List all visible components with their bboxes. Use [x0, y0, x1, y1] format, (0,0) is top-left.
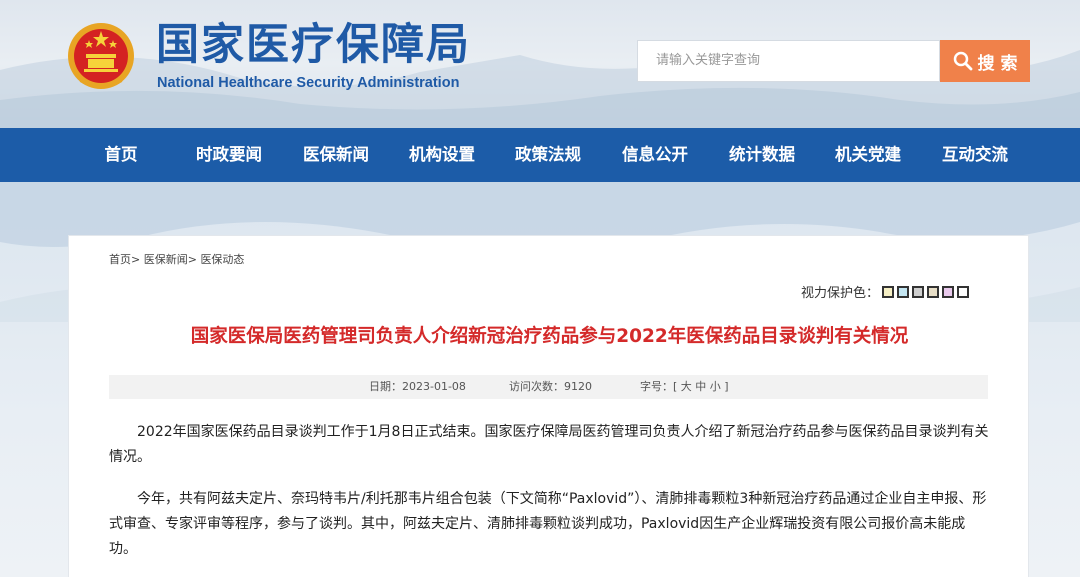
site-subtitle[interactable]: National Healthcare Security Administrat… — [157, 75, 459, 91]
national-emblem-icon — [68, 23, 134, 89]
color-swatch-purple[interactable] — [942, 285, 955, 298]
color-swatch-yellow[interactable] — [882, 285, 895, 298]
search-icon — [953, 51, 972, 71]
article-paragraph: 2022年国家医保药品目录谈判工作于1月8日正式结束。国家医疗保障局医药管理司负… — [109, 424, 989, 465]
nav-item-disclosure[interactable]: 信息公开 — [622, 128, 688, 182]
search-button[interactable]: 搜 索 — [940, 40, 1030, 82]
font-bracket-open: [ — [673, 380, 678, 393]
font-size-meta: 字号：[ 大 中 小 ] — [640, 375, 729, 399]
breadcrumb-current[interactable]: 医保动态 — [200, 253, 244, 266]
search-button-label: 搜 索 — [977, 53, 1018, 74]
breadcrumb: 首页> 医保新闻> 医保动态 — [109, 251, 244, 267]
font-size-small[interactable]: 小 — [710, 380, 721, 393]
color-swatch-gray[interactable] — [912, 285, 925, 298]
nav-item-politics[interactable]: 时政要闻 — [196, 128, 262, 182]
nav-item-organization[interactable]: 机构设置 — [409, 128, 475, 182]
article-panel: 首页> 医保新闻> 医保动态 视力保护色： 国家医保局医药管理司负责人介绍新冠治… — [68, 235, 1029, 577]
breadcrumb-news[interactable]: 医保新闻 — [144, 253, 188, 266]
vision-protection: 视力保护色： — [801, 282, 970, 301]
article-title: 国家医保局医药管理司负责人介绍新冠治疗药品参与2022年医保药品目录谈判有关情况 — [190, 326, 909, 347]
article-paragraph: 今年，共有阿兹夫定片、奈玛特韦片/利托那韦片组合包装（下文简称“Paxlovid… — [109, 491, 987, 557]
font-size-medium[interactable]: 中 — [695, 380, 706, 393]
color-swatch-blue[interactable] — [897, 285, 910, 298]
nav-item-news[interactable]: 医保新闻 — [303, 128, 369, 182]
nav-item-policy[interactable]: 政策法规 — [515, 128, 581, 182]
nav-item-interaction[interactable]: 互动交流 — [942, 128, 1008, 182]
vision-label: 视力保护色： — [801, 286, 880, 301]
date-label: 日期： — [369, 380, 402, 393]
visits-value: 9120 — [564, 380, 592, 393]
search-input[interactable]: 请输入关键字查询 — [637, 40, 940, 82]
nav-item-home[interactable]: 首页 — [105, 128, 138, 182]
site-title[interactable]: 国家医疗保障局 — [156, 20, 471, 70]
breadcrumb-separator: > — [187, 253, 197, 266]
breadcrumb-home[interactable]: 首页 — [109, 253, 131, 266]
visits-meta: 访问次数：9120 — [509, 375, 592, 399]
main-nav: 首页 时政要闻 医保新闻 机构设置 政策法规 信息公开 统计数据 机关党建 互动… — [0, 128, 1080, 182]
font-bracket-close: ] — [724, 380, 729, 393]
date-meta: 日期：2023-01-08 — [369, 375, 466, 399]
date-value: 2023-01-08 — [402, 380, 466, 393]
color-swatch-white[interactable] — [957, 285, 970, 298]
nav-item-party[interactable]: 机关党建 — [835, 128, 901, 182]
visits-label: 访问次数： — [509, 380, 564, 393]
breadcrumb-separator: > — [131, 253, 141, 266]
site-header: 国家医疗保障局 National Healthcare Security Adm… — [0, 0, 1080, 128]
font-size-label: 字号： — [640, 380, 673, 393]
article-meta: 日期：2023-01-08 访问次数：9120 字号：[ 大 中 小 ] — [109, 375, 988, 399]
nav-item-statistics[interactable]: 统计数据 — [729, 128, 795, 182]
color-swatch-beige[interactable] — [927, 285, 940, 298]
font-size-large[interactable]: 大 — [681, 380, 692, 393]
